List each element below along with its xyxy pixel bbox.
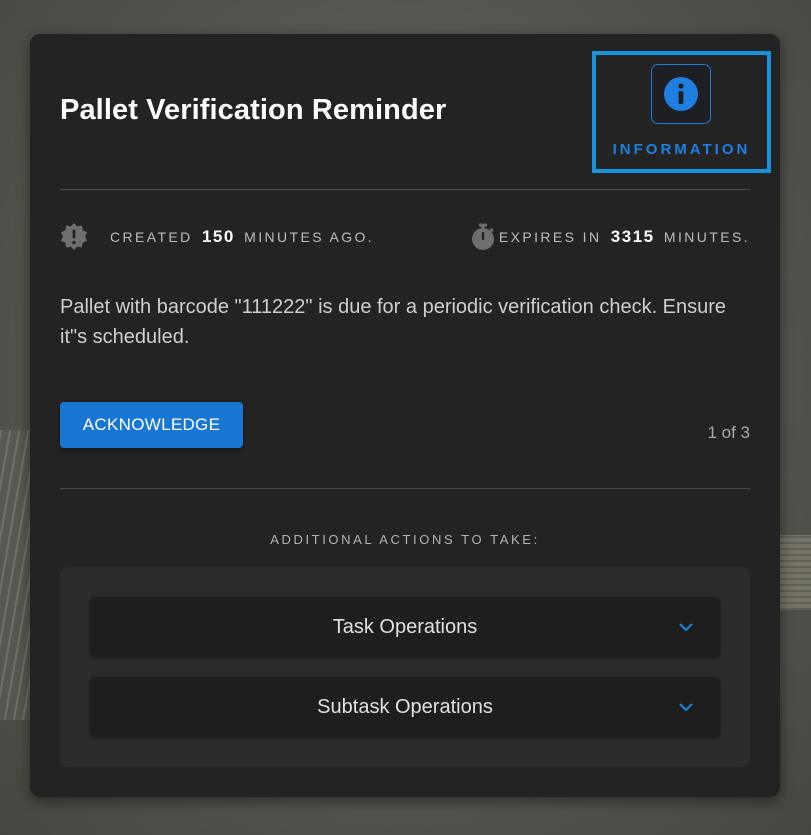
additional-actions-heading: ADDITIONAL ACTIONS TO TAKE: bbox=[270, 532, 540, 547]
expires-suffix: MINUTES. bbox=[663, 229, 750, 245]
expires-info: EXPIRES IN 3315 MINUTES. bbox=[499, 227, 750, 247]
accordion-label-task-operations: Task Operations bbox=[332, 616, 478, 638]
notification-pager: 1 of 3 bbox=[707, 423, 750, 442]
notification-type-label: INFORMATION bbox=[612, 141, 751, 158]
alert-gear-icon bbox=[60, 223, 88, 250]
created-suffix: MINUTES AGO. bbox=[244, 229, 375, 245]
actions-divider bbox=[60, 488, 750, 489]
chevron-down-icon bbox=[679, 703, 693, 712]
background-scenery-right bbox=[779, 535, 811, 610]
additional-actions-panel: Task Operations Subtask Operations bbox=[60, 567, 750, 767]
chevron-down-icon bbox=[679, 623, 693, 632]
header-divider bbox=[60, 189, 750, 190]
notification-title: Pallet Verification Reminder bbox=[60, 94, 447, 126]
info-icon-button[interactable] bbox=[651, 64, 711, 124]
notification-type-badge: INFORMATION bbox=[592, 51, 771, 173]
info-circle-icon bbox=[664, 77, 698, 111]
created-minutes: 150 bbox=[201, 227, 235, 246]
notification-message: Pallet with barcode "111222" is due for … bbox=[60, 296, 727, 348]
task-operations-accordion[interactable]: Task Operations bbox=[90, 597, 720, 657]
expires-minutes: 3315 bbox=[610, 227, 655, 246]
created-prefix: CREATED bbox=[110, 229, 193, 245]
notification-card: Pallet Verification Reminder INFORMATION… bbox=[30, 34, 780, 797]
expires-prefix: EXPIRES IN bbox=[498, 229, 602, 245]
acknowledge-button[interactable]: ACKNOWLEDGE bbox=[60, 402, 243, 448]
subtask-operations-accordion[interactable]: Subtask Operations bbox=[90, 677, 720, 737]
stopwatch-icon bbox=[472, 223, 494, 250]
accordion-label-subtask-operations: Subtask Operations bbox=[317, 696, 493, 718]
created-info: CREATED 150 MINUTES AGO. bbox=[110, 227, 374, 247]
